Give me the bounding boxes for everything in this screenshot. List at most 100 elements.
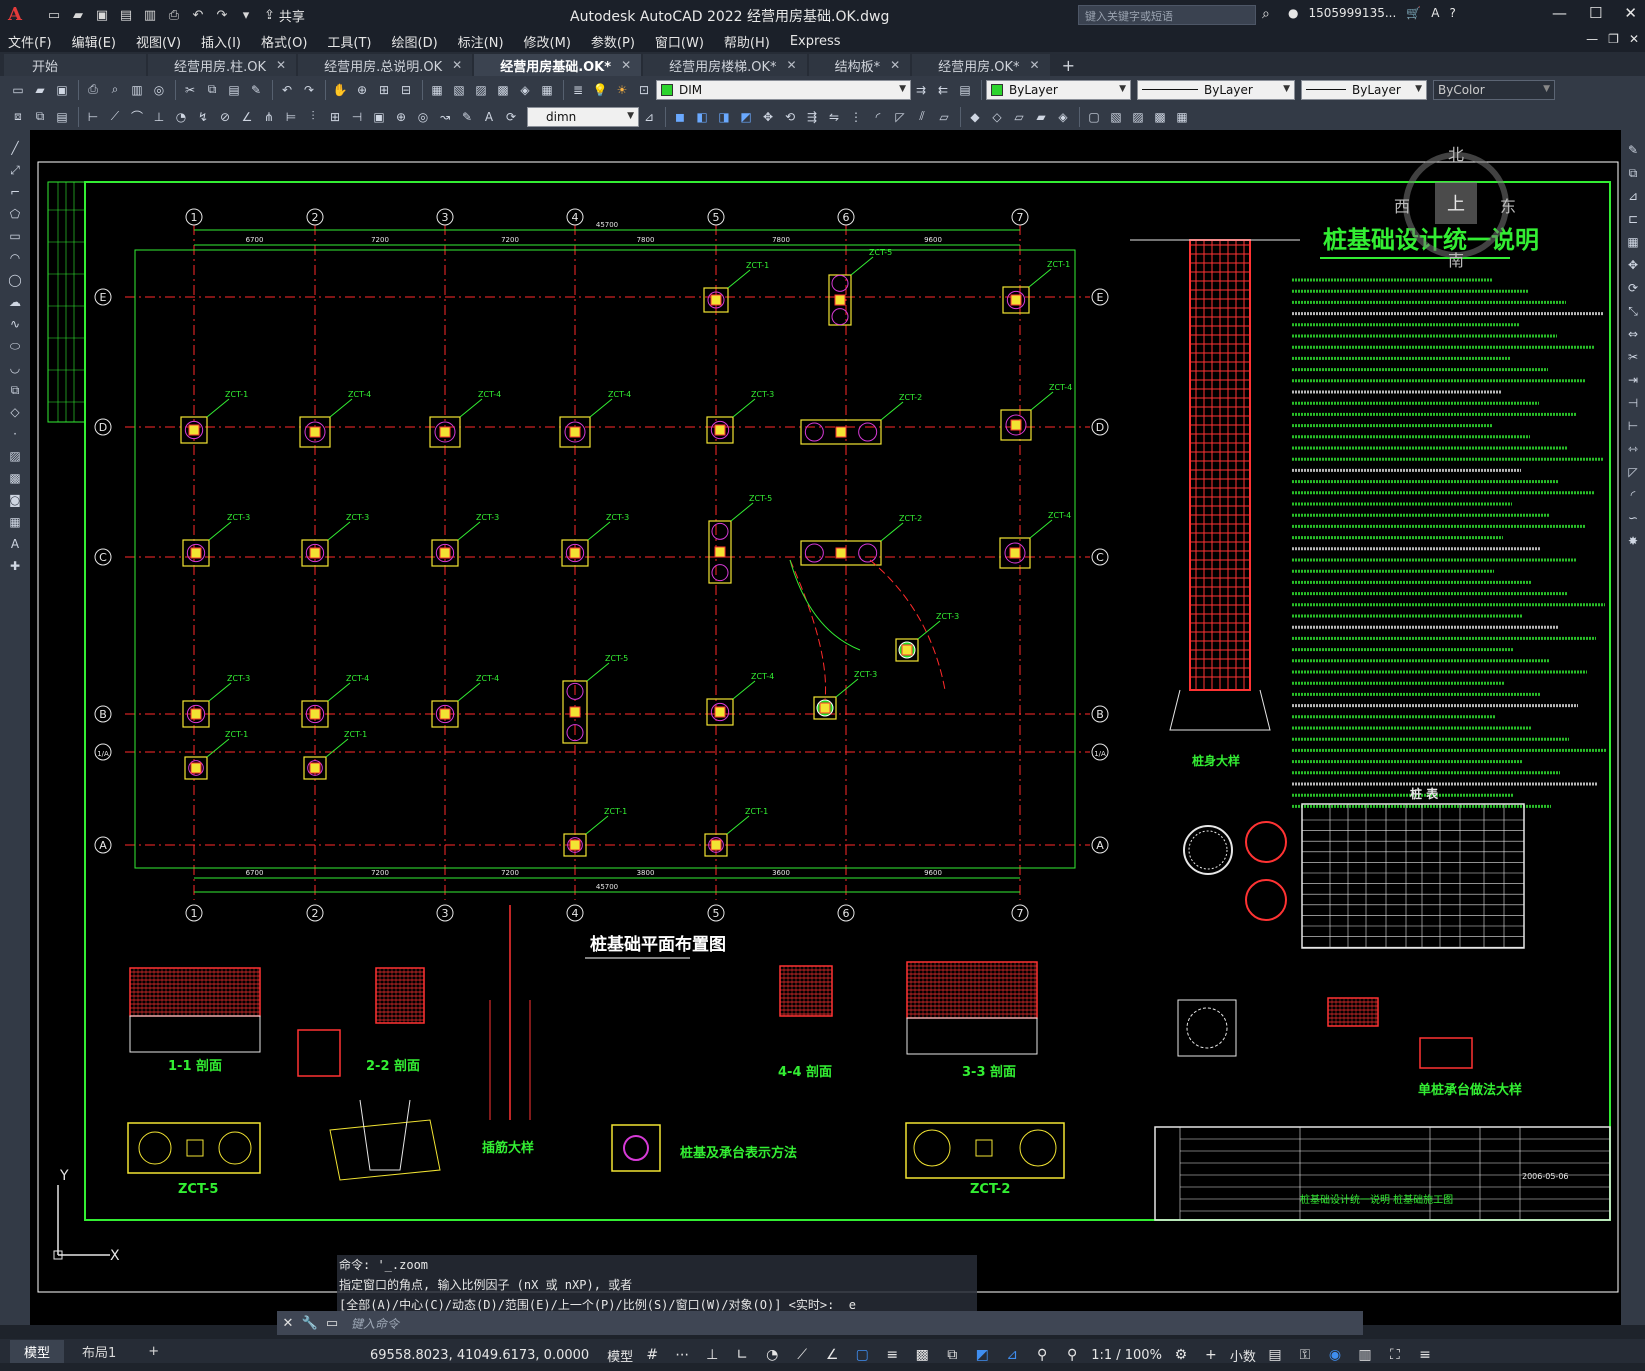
new-tab-button[interactable]: + bbox=[1052, 54, 1085, 76]
arc-icon[interactable]: ◠ bbox=[5, 248, 25, 268]
doc-minimize-icon[interactable]: — bbox=[1586, 32, 1598, 46]
menu-insert[interactable]: 插入(I) bbox=[201, 32, 241, 51]
menu-window[interactable]: 窗口(W) bbox=[655, 32, 704, 51]
trim-icon[interactable]: ✂ bbox=[1624, 347, 1642, 367]
menu-file[interactable]: 文件(F) bbox=[8, 32, 52, 51]
annotation-visibility-icon[interactable]: ⚲ bbox=[1031, 1347, 1053, 1363]
menu-modify[interactable]: 修改(M) bbox=[524, 32, 571, 51]
cart-icon[interactable]: 🛒 bbox=[1406, 6, 1421, 20]
units-selector[interactable]: 小数 bbox=[1230, 1346, 1256, 1365]
join-icon[interactable]: ⇿ bbox=[1624, 439, 1642, 459]
menu-draw[interactable]: 绘图(D) bbox=[392, 32, 438, 51]
dimstyle-dropdown[interactable]: dimn ▼ bbox=[527, 106, 639, 127]
angular-icon[interactable]: ∠ bbox=[237, 107, 257, 127]
gradient-icon[interactable]: ▩ bbox=[5, 468, 25, 488]
tolerance-icon[interactable]: ▣ bbox=[369, 107, 389, 127]
box-icon[interactable]: ◼ bbox=[670, 107, 690, 127]
add-layout-button[interactable]: + bbox=[134, 1342, 173, 1361]
stretch-icon[interactable]: ⇔ bbox=[1624, 324, 1642, 344]
add-selected-icon[interactable]: ✚ bbox=[5, 556, 25, 576]
save-icon[interactable]: ▣ bbox=[92, 5, 112, 25]
tab-building[interactable]: 经营用房.OK* ✕ bbox=[912, 54, 1050, 76]
share-button[interactable]: ⇪ 共享 bbox=[264, 6, 305, 25]
viewcube-east[interactable]: 东 bbox=[1500, 197, 1516, 216]
region-icon[interactable]: ◙ bbox=[5, 490, 25, 510]
construction-line-icon[interactable]: ⤢ bbox=[5, 160, 25, 180]
menu-edit[interactable]: 编辑(E) bbox=[72, 32, 116, 51]
plotstyle-dropdown[interactable]: ByColor ▼ bbox=[1433, 79, 1555, 100]
object-snap-icon[interactable]: ▢ bbox=[851, 1347, 873, 1363]
layer-match-icon[interactable]: ⧈ bbox=[8, 107, 28, 127]
autocad-logo-icon[interactable]: A bbox=[8, 4, 30, 26]
lineweight-icon[interactable]: ≡ bbox=[881, 1347, 903, 1363]
explode-icon[interactable]: ✸ bbox=[1624, 531, 1642, 551]
selection-cycling-icon[interactable]: ⧉ bbox=[941, 1347, 963, 1363]
diameter-icon[interactable]: ⊘ bbox=[215, 107, 235, 127]
polar-icon[interactable]: ◔ bbox=[761, 1347, 783, 1363]
close-icon[interactable]: ✕ bbox=[452, 58, 462, 72]
pan-icon[interactable]: ✋ bbox=[330, 80, 350, 100]
imprint-icon[interactable]: ▢ bbox=[1084, 107, 1104, 127]
tab-column[interactable]: 经营用房.柱.OK ✕ bbox=[148, 54, 297, 76]
offset-face-icon[interactable]: ▱ bbox=[1009, 107, 1029, 127]
tab-foundation[interactable]: 经营用房基础.OK* ✕ bbox=[474, 54, 642, 76]
copy-icon[interactable]: ⧉ bbox=[1624, 163, 1642, 183]
dimension-style-icon[interactable]: ⊿ bbox=[639, 107, 659, 127]
layer-properties-icon[interactable]: ≣ bbox=[568, 80, 588, 100]
line-icon[interactable]: ╱ bbox=[5, 138, 25, 158]
slice-icon[interactable]: ⫽ bbox=[912, 107, 932, 127]
jogged-icon[interactable]: ↯ bbox=[193, 107, 213, 127]
copy-icon[interactable]: ⧉ bbox=[202, 80, 222, 100]
viewcube-south[interactable]: 南 bbox=[1448, 251, 1464, 270]
minimize-icon[interactable]: — bbox=[1552, 4, 1567, 22]
ortho-icon[interactable]: ∟ bbox=[731, 1347, 753, 1363]
subtract-icon[interactable]: ◨ bbox=[714, 107, 734, 127]
command-close-icon[interactable]: ✕ bbox=[277, 1316, 299, 1331]
undo-icon[interactable]: ↶ bbox=[277, 80, 297, 100]
array-icon[interactable]: ▦ bbox=[1624, 232, 1642, 252]
break-point-icon[interactable]: ⊣ bbox=[1624, 393, 1642, 413]
user-area[interactable]: ● 1505999135... 🛒 A ? bbox=[1288, 6, 1456, 20]
dim-space-icon[interactable]: ⊞ bbox=[325, 107, 345, 127]
layer-dropdown[interactable]: DIM ▼ bbox=[656, 79, 911, 100]
revision-cloud-icon[interactable]: ☁ bbox=[5, 292, 25, 312]
rotate-3d-icon[interactable]: ⟲ bbox=[780, 107, 800, 127]
lock-ui-icon[interactable]: ⚿ bbox=[1294, 1347, 1316, 1363]
chamfer-icon[interactable]: ◸ bbox=[1624, 462, 1642, 482]
extrude-face-icon[interactable]: ◆ bbox=[965, 107, 985, 127]
check-icon[interactable]: ▩ bbox=[1150, 107, 1170, 127]
mirror-icon[interactable]: ⊿ bbox=[1624, 186, 1642, 206]
isolate-objects-icon[interactable]: ◉ bbox=[1324, 1347, 1346, 1363]
lineweight-dropdown[interactable]: ByLayer ▼ bbox=[1301, 79, 1427, 100]
new-file-icon[interactable]: ▭ bbox=[44, 5, 64, 25]
snap-icon[interactable]: ⋯ bbox=[671, 1347, 693, 1363]
sheet-set-icon[interactable]: ▩ bbox=[493, 80, 513, 100]
open-file-icon[interactable]: ▰ bbox=[68, 5, 88, 25]
tab-layout1[interactable]: 布局1 bbox=[68, 1340, 130, 1363]
dynamic-ucs-icon[interactable]: ⊿ bbox=[1001, 1347, 1023, 1363]
save-as-icon[interactable]: ▤ bbox=[116, 5, 136, 25]
model-space-toggle[interactable]: 模型 bbox=[607, 1346, 633, 1365]
undo-icon[interactable]: ↶ bbox=[188, 5, 208, 25]
continue-icon[interactable]: ⫶ bbox=[303, 107, 323, 127]
save-icon[interactable]: ▣ bbox=[52, 80, 72, 100]
viewcube-top[interactable]: 上 bbox=[1447, 194, 1465, 215]
doc-close-icon[interactable]: ✕ bbox=[1629, 32, 1639, 46]
erase-icon[interactable]: ✎ bbox=[1624, 140, 1642, 160]
isodraft-icon[interactable]: ⟋ bbox=[791, 1347, 813, 1363]
dim-text-edit-icon[interactable]: A bbox=[479, 107, 499, 127]
search-input[interactable]: 键入关键字或短语 bbox=[1078, 5, 1256, 25]
fillet-icon[interactable]: ◜ bbox=[1624, 485, 1642, 505]
multiline-text-icon[interactable]: A bbox=[5, 534, 25, 554]
polyline-icon[interactable]: ⌐ bbox=[5, 182, 25, 202]
menu-help[interactable]: 帮助(H) bbox=[724, 32, 770, 51]
coordinates-readout[interactable]: 69558.8023, 41049.6173, 0.0000 bbox=[370, 1348, 589, 1363]
tab-start[interactable]: 开始 bbox=[4, 54, 146, 76]
redo-icon[interactable]: ↷ bbox=[299, 80, 319, 100]
tab-structural-slab[interactable]: 结构板* ✕ bbox=[808, 54, 911, 76]
auto-scale-icon[interactable]: ⚲ bbox=[1061, 1347, 1083, 1363]
rotate-icon[interactable]: ⟳ bbox=[1624, 278, 1642, 298]
viewcube-west[interactable]: 西 bbox=[1394, 197, 1410, 216]
align-3d-icon[interactable]: ⇶ bbox=[802, 107, 822, 127]
clean-screen-icon[interactable]: ⛶ bbox=[1384, 1347, 1406, 1363]
